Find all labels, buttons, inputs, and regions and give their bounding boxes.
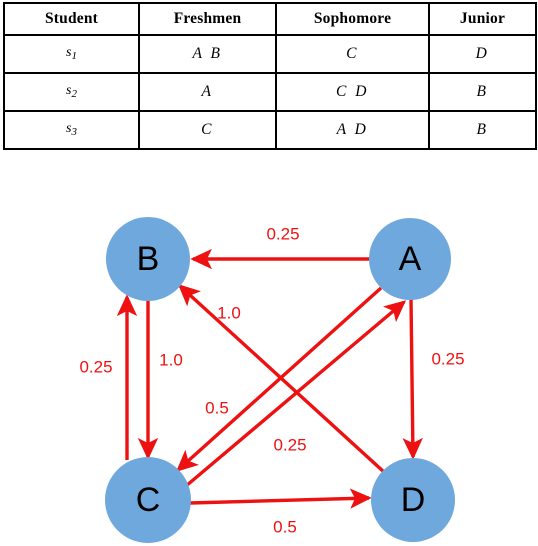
- edge-weight-A-to-B: 0.25: [266, 224, 299, 243]
- student-id-subscript: 3: [71, 126, 77, 139]
- edge-weight-B-to-C: 1.0: [159, 350, 183, 369]
- edge-weight-C-to-A: 0.25: [273, 435, 306, 454]
- column-header-freshmen: Freshmen: [138, 2, 277, 36]
- column-header-junior: Junior: [428, 2, 537, 36]
- student-course-table: Student Freshmen Sophomore Junior s1 A B…: [3, 2, 537, 150]
- edge-weight-A-to-D: 0.25: [431, 349, 464, 368]
- node-B-label: B: [137, 240, 160, 278]
- edge-weight-C-to-D: 0.5: [273, 517, 297, 536]
- node-A-label: A: [399, 240, 422, 278]
- transition-graph-container: B A C D 0.25 1.0 0.25 1.0 0.5 0.25 0.25 …: [0, 178, 538, 546]
- cell-junior: B: [428, 110, 537, 150]
- student-id-subscript: 2: [71, 88, 77, 101]
- student-course-table-container: Student Freshmen Sophomore Junior s1 A B…: [3, 2, 537, 162]
- table-row: s2 A C D B: [3, 72, 537, 112]
- cell-junior: D: [428, 34, 537, 74]
- edge-weight-A-to-C: 0.5: [205, 398, 229, 417]
- cell-sophomore: C: [275, 34, 430, 74]
- node-D-label: D: [401, 481, 426, 519]
- transition-graph: B A C D 0.25 1.0 0.25 1.0 0.5 0.25 0.25 …: [79, 217, 465, 543]
- cell-student: s2: [3, 72, 140, 112]
- edge-weight-C-to-B: 0.25: [79, 357, 112, 376]
- table-row: s3 C A D B: [3, 110, 537, 150]
- node-C-label: C: [136, 481, 161, 519]
- cell-student: s1: [3, 34, 140, 74]
- edge-A-to-D: [402, 298, 423, 460]
- table-row: s1 A B C D: [3, 34, 537, 74]
- cell-junior: B: [428, 72, 537, 112]
- cell-freshmen: A B: [138, 34, 277, 74]
- cell-student: s3: [3, 110, 140, 150]
- table-header-row: Student Freshmen Sophomore Junior: [3, 2, 537, 36]
- student-id-subscript: 1: [71, 50, 77, 63]
- edge-C-to-D: [189, 488, 372, 509]
- column-header-student: Student: [3, 2, 140, 36]
- column-header-sophomore: Sophomore: [275, 2, 430, 36]
- cell-freshmen: A: [138, 72, 277, 112]
- edge-weight-D-to-B: 1.0: [217, 303, 241, 322]
- cell-sophomore: A D: [275, 110, 430, 150]
- cell-freshmen: C: [138, 110, 277, 150]
- cell-sophomore: C D: [275, 72, 430, 112]
